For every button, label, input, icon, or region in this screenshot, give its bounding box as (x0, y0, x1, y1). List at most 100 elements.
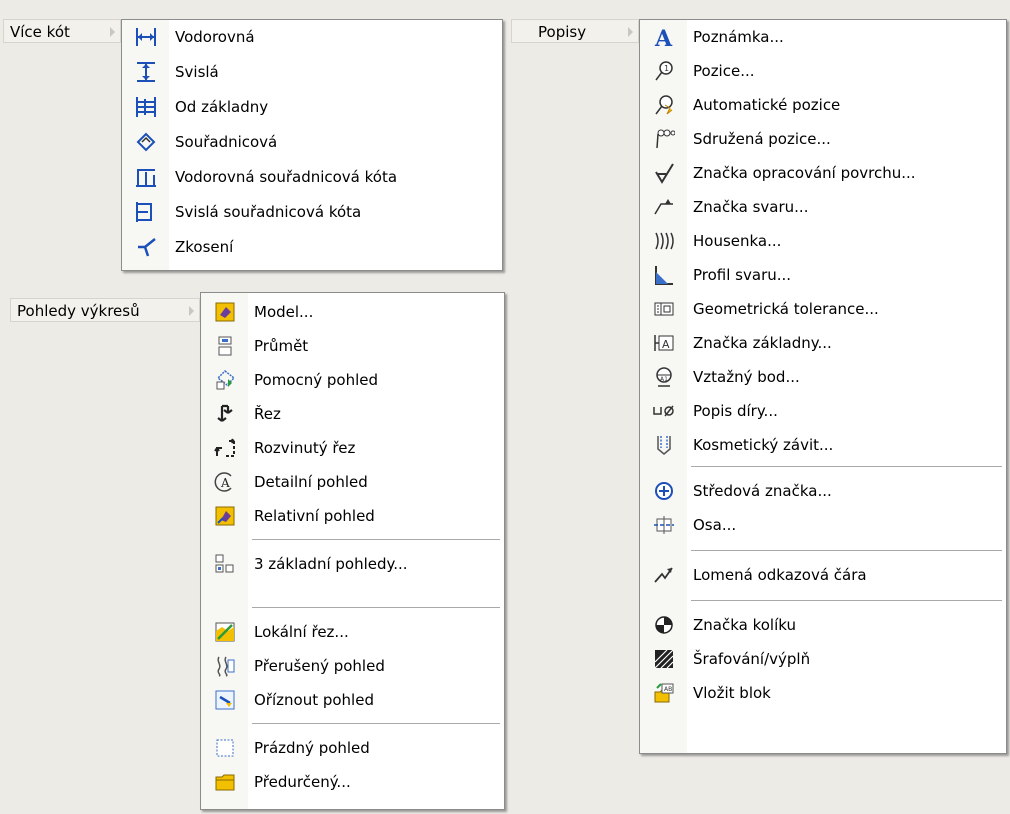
menu-item-znacka-svaru[interactable]: Značka svaru... (640, 192, 1006, 222)
centerline-icon (640, 510, 687, 540)
weld-bead-icon (640, 226, 687, 256)
menu-item-prazdny-pohled[interactable]: Prázdný pohled (201, 733, 504, 763)
menu-item-znacka-koliku[interactable]: Značka kolíku (640, 610, 1006, 640)
menu-item-label: Oříznout pohled (254, 691, 374, 709)
section-view-icon (201, 399, 248, 429)
menu-item-label: Šrafování/výplň (693, 650, 811, 668)
menu-item-rez[interactable]: Řez (201, 399, 504, 429)
menu-item-automaticke-pozice[interactable]: Automatické pozice (640, 90, 1006, 120)
menu-item-popis-diry[interactable]: Popis díry... (640, 396, 1006, 426)
menu-item-model[interactable]: Model... (201, 297, 504, 327)
menu-separator (252, 539, 500, 540)
menu-item-relativni-pohled[interactable]: Relativní pohled (201, 501, 504, 531)
menu-item-label: Kosmetický závit... (693, 436, 834, 454)
menu-item-poznamka[interactable]: A Poznámka... (640, 22, 1006, 52)
menu-item-vlozit-blok[interactable]: AB Vložit blok (640, 678, 1006, 708)
svg-text:1: 1 (664, 64, 669, 73)
break-view-icon (201, 651, 248, 681)
svg-text:A: A (662, 338, 670, 351)
model-view-icon (201, 297, 248, 327)
menu-item-stredova-znacka[interactable]: Středová značka... (640, 476, 1006, 506)
menu-item-label: Automatické pozice (693, 96, 841, 114)
menu-item-housenka[interactable]: Housenka... (640, 226, 1006, 256)
menu-item-osa[interactable]: Osa... (640, 510, 1006, 540)
menu-item-label: 3 základní pohledy... (254, 555, 408, 573)
menu-item-pozice[interactable]: 1 Pozice... (640, 56, 1006, 86)
auto-balloon-icon (640, 90, 687, 120)
menu-item-rozvinuty-rez[interactable]: Rozvinutý řez (201, 433, 504, 463)
auxiliary-view-icon (201, 365, 248, 395)
menu-item-svisla-souradnicova-kota[interactable]: Svislá souřadnicová kóta (122, 197, 502, 227)
menu-item-label: Značka základny... (693, 334, 832, 352)
vertical-ordinate-icon (122, 197, 169, 227)
menu-item-label: Středová značka... (693, 482, 832, 500)
menu-item-3-zakladni-pohledy[interactable]: 3 základní pohledy... (201, 549, 504, 579)
menu-item-label: Relativní pohled (254, 507, 375, 525)
datum-target-icon: A1 (640, 362, 687, 392)
menu-item-label: Zkosení (175, 238, 234, 256)
datum-feature-icon: A (640, 328, 687, 358)
menu-separator (691, 600, 1002, 601)
horizontal-dimension-icon (122, 22, 169, 52)
menu-item-label: Pomocný pohled (254, 371, 378, 389)
menu-item-oriznout-pohled[interactable]: Oříznout pohled (201, 685, 504, 715)
menu-item-pomocny-pohled[interactable]: Pomocný pohled (201, 365, 504, 395)
menu-item-pohledy-vykresu[interactable]: Pohledy výkresů (10, 298, 200, 322)
menu-item-svisla[interactable]: Svislá (122, 57, 502, 87)
menu-item-profil-svaru[interactable]: Profil svaru... (640, 260, 1006, 290)
menu-item-label: Předurčený... (254, 773, 351, 791)
menu-item-geometricka-tolerance[interactable]: Geometrická tolerance... (640, 294, 1006, 324)
menu-item-znacka-zakladny[interactable]: A Značka základny... (640, 328, 1006, 358)
menu-item-preruseny-pohled[interactable]: Přerušený pohled (201, 651, 504, 681)
submenu-vice-kot: Vodorovná Svislá Od základny Souřadnicov… (121, 19, 503, 271)
menu-item-lomena-odkazova-cara[interactable]: Lomená odkazová čára (640, 560, 1006, 590)
menu-item-label: Housenka... (693, 232, 782, 250)
dowel-pin-icon (640, 610, 687, 640)
ordinate-dimension-icon (122, 127, 169, 157)
menu-item-label: Detailní pohled (254, 473, 368, 491)
menu-item-souradnicova[interactable]: Souřadnicová (122, 127, 502, 157)
menu-item-lokalni-rez[interactable]: Lokální řez... (201, 617, 504, 647)
menu-item-popisy-label: Popisy (538, 23, 587, 41)
relative-view-icon (201, 501, 248, 531)
menu-item-vodorovna-souradnicova-kota[interactable]: Vodorovná souřadnicová kóta (122, 162, 502, 192)
baseline-dimension-icon (122, 92, 169, 122)
menu-item-sdruzena-pozice[interactable]: Sdružená pozice... (640, 124, 1006, 154)
menu-item-label: Poznámka... (693, 28, 784, 46)
menu-item-zkoseni[interactable]: Zkosení (122, 232, 502, 262)
hole-callout-icon (640, 396, 687, 426)
broken-out-section-icon (201, 617, 248, 647)
submenu-arrow-icon (628, 27, 633, 37)
menu-item-label: Souřadnicová (175, 133, 278, 151)
svg-text:A: A (654, 26, 673, 49)
menu-item-od-zakladny[interactable]: Od základny (122, 92, 502, 122)
menu-item-znacka-opracovani-povrchu[interactable]: Značka opracování povrchu... (640, 158, 1006, 188)
menu-item-prumet[interactable]: Průmět (201, 331, 504, 361)
crop-view-icon (201, 685, 248, 715)
menu-item-predurceny[interactable]: Předurčený... (201, 767, 504, 797)
svg-text:A1: A1 (660, 376, 668, 383)
menu-separator (691, 466, 1002, 467)
horizontal-ordinate-icon (122, 162, 169, 192)
submenu-pohledy-vykresu: Model... Průmět Pomocný pohled Řez Rozvi… (200, 292, 505, 810)
menu-item-vztazny-bod[interactable]: A1 Vztažný bod... (640, 362, 1006, 392)
hatch-fill-icon (640, 644, 687, 674)
menu-item-label: Vztažný bod... (693, 368, 800, 386)
menu-item-label: Pozice... (693, 62, 755, 80)
menu-item-label: Sdružená pozice... (693, 130, 831, 148)
menu-separator (252, 607, 500, 608)
menu-item-srafovani-vypln[interactable]: Šrafování/výplň (640, 644, 1006, 674)
menu-item-label: Od základny (175, 98, 269, 116)
menu-item-popisy[interactable]: Popisy (511, 19, 639, 43)
menu-item-vice-kot[interactable]: Více kót (3, 19, 121, 43)
menu-item-label: Značka kolíku (693, 616, 797, 634)
svg-text:AB: AB (664, 686, 672, 693)
menu-item-kosmeticky-zavit[interactable]: Kosmetický závit... (640, 430, 1006, 460)
geometric-tolerance-icon (640, 294, 687, 324)
menu-item-label: Přerušený pohled (254, 657, 385, 675)
menu-item-label: Vložit blok (693, 684, 771, 702)
vertical-dimension-icon (122, 57, 169, 87)
menu-item-vodorovna[interactable]: Vodorovná (122, 22, 502, 52)
menu-item-label: Značka opracování povrchu... (693, 164, 916, 182)
menu-item-detailni-pohled[interactable]: A Detailní pohled (201, 467, 504, 497)
